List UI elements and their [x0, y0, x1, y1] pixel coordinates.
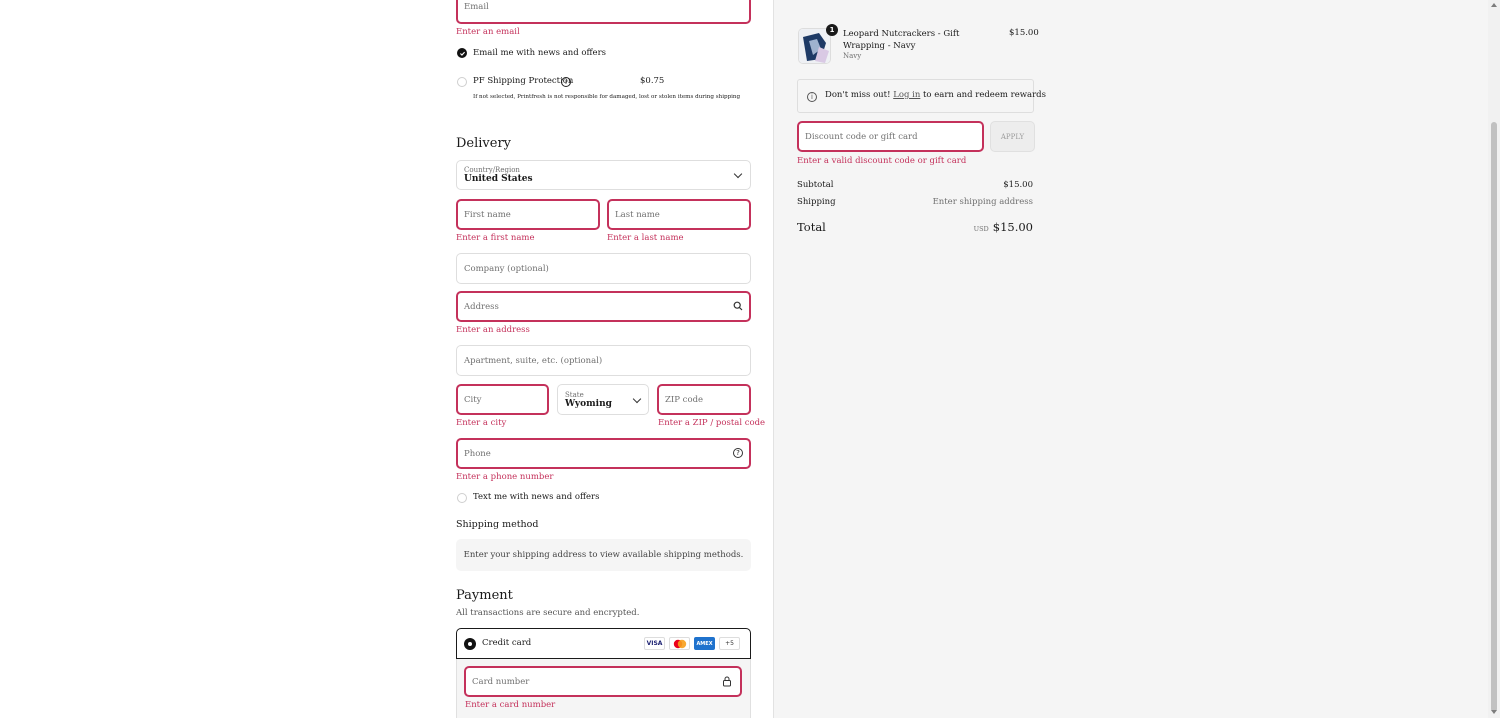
news-checkbox-label: Email me with news and offers — [473, 48, 606, 58]
protection-price: $0.75 — [640, 76, 665, 86]
info-icon: i — [807, 92, 817, 102]
city-placeholder: City — [464, 394, 482, 405]
text-checkbox[interactable] — [457, 493, 467, 503]
address-error: Enter an address — [456, 325, 530, 335]
shipping-method-notice-box: Enter your shipping address to view avai… — [456, 539, 751, 571]
last-name-placeholder: Last name — [615, 209, 660, 220]
discount-placeholder: Discount code or gift card — [805, 131, 918, 142]
email-placeholder: Email — [464, 2, 489, 12]
rewards-login-link[interactable]: Log in — [893, 90, 920, 100]
shipping-method-notice: Enter your shipping address to view avai… — [463, 550, 744, 560]
protection-note: If not selected, Printfresh is not respo… — [473, 94, 741, 100]
vertical-scrollbar[interactable] — [1488, 0, 1500, 718]
zip-field[interactable]: ZIP code — [657, 384, 751, 415]
phone-error: Enter a phone number — [456, 472, 554, 482]
first-name-placeholder: First name — [464, 209, 511, 220]
card-number-field[interactable]: Card number — [464, 666, 742, 697]
info-icon[interactable]: i — [561, 77, 571, 87]
city-field[interactable]: City — [456, 384, 549, 415]
payment-heading: Payment — [456, 588, 513, 603]
apply-button-label: APPLY — [1000, 132, 1025, 141]
text-checkbox-label: Text me with news and offers — [473, 492, 600, 502]
payment-subtitle: All transactions are secure and encrypte… — [456, 608, 640, 618]
company-field[interactable]: Company (optional) — [456, 253, 751, 284]
more-cards-badge: +5 — [719, 637, 740, 650]
state-label: State — [565, 390, 584, 399]
card-number-placeholder: Card number — [472, 676, 530, 687]
phone-placeholder: Phone — [464, 448, 491, 459]
order-summary-column: 1 Leopard Nutcrackers - Gift Wrapping - … — [773, 0, 1488, 718]
address-field[interactable]: Address — [456, 291, 751, 322]
visa-icon: VISA — [644, 637, 665, 650]
product-thumbnail — [798, 28, 831, 64]
subtotal-value: $15.00 — [1003, 180, 1033, 190]
rewards-suffix: to earn and redeem rewards — [923, 90, 1046, 100]
last-name-field[interactable]: Last name — [607, 199, 751, 230]
subtotal-label: Subtotal — [797, 180, 834, 190]
search-icon — [733, 301, 743, 311]
quantity-badge: 1 — [826, 24, 838, 36]
scroll-down-arrow-icon[interactable] — [1491, 710, 1497, 714]
apply-button[interactable]: APPLY — [990, 121, 1035, 152]
email-error: Enter an email — [456, 27, 520, 37]
protection-label: PF Shipping Protection — [473, 76, 574, 86]
total-currency: USD — [973, 225, 989, 233]
zip-error: Enter a ZIP / postal code — [658, 418, 766, 428]
country-select[interactable]: Country/Region United States — [456, 160, 751, 190]
amex-icon: AMEX — [694, 637, 715, 650]
phone-field[interactable]: Phone — [456, 438, 751, 469]
delivery-heading: Delivery — [456, 136, 512, 151]
total-value: $15.00 — [992, 220, 1033, 234]
product-name: Leopard Nutcrackers - Gift Wrapping - Na… — [843, 29, 960, 51]
country-label: Country/Region — [464, 166, 520, 174]
rewards-text: Don't miss out! Log in to earn and redee… — [825, 90, 1046, 100]
country-value: United States — [464, 174, 533, 184]
first-name-field[interactable]: First name — [456, 199, 600, 230]
apartment-placeholder: Apartment, suite, etc. (optional) — [464, 355, 603, 366]
city-error: Enter a city — [456, 418, 507, 428]
apartment-field[interactable]: Apartment, suite, etc. (optional) — [456, 345, 751, 376]
check-icon — [459, 51, 465, 56]
shipping-value: Enter shipping address — [932, 197, 1033, 207]
mastercard-icon — [669, 637, 690, 650]
help-icon[interactable]: ? — [733, 448, 743, 458]
protection-checkbox[interactable] — [457, 77, 467, 87]
email-field[interactable]: Email — [456, 0, 751, 24]
discount-error: Enter a valid discount code or gift card — [797, 156, 967, 166]
company-placeholder: Company (optional) — [464, 263, 549, 274]
shipping-method-heading: Shipping method — [456, 519, 539, 530]
total-label: Total — [797, 220, 826, 234]
credit-card-radio[interactable] — [464, 638, 476, 650]
card-number-error: Enter a card number — [465, 700, 556, 710]
zip-placeholder: ZIP code — [665, 394, 704, 405]
shipping-label: Shipping — [797, 197, 836, 207]
discount-field[interactable]: Discount code or gift card — [797, 121, 984, 152]
rewards-prefix: Don't miss out! — [825, 90, 891, 100]
state-value: Wyoming — [565, 398, 612, 409]
total-amount: USD $15.00 — [974, 220, 1033, 234]
product-price: $15.00 — [1009, 28, 1039, 38]
credit-card-label: Credit card — [482, 638, 532, 648]
product-variant: Navy — [843, 52, 862, 60]
address-placeholder: Address — [464, 301, 499, 312]
lock-icon — [723, 676, 731, 687]
news-checkbox[interactable] — [457, 48, 467, 58]
scroll-up-arrow-icon[interactable] — [1491, 3, 1497, 7]
scrollbar-thumb[interactable] — [1491, 122, 1497, 712]
last-name-error: Enter a last name — [607, 233, 684, 243]
first-name-error: Enter a first name — [456, 233, 535, 243]
checkout-form-column: Email Enter an email Email me with news … — [0, 0, 773, 718]
